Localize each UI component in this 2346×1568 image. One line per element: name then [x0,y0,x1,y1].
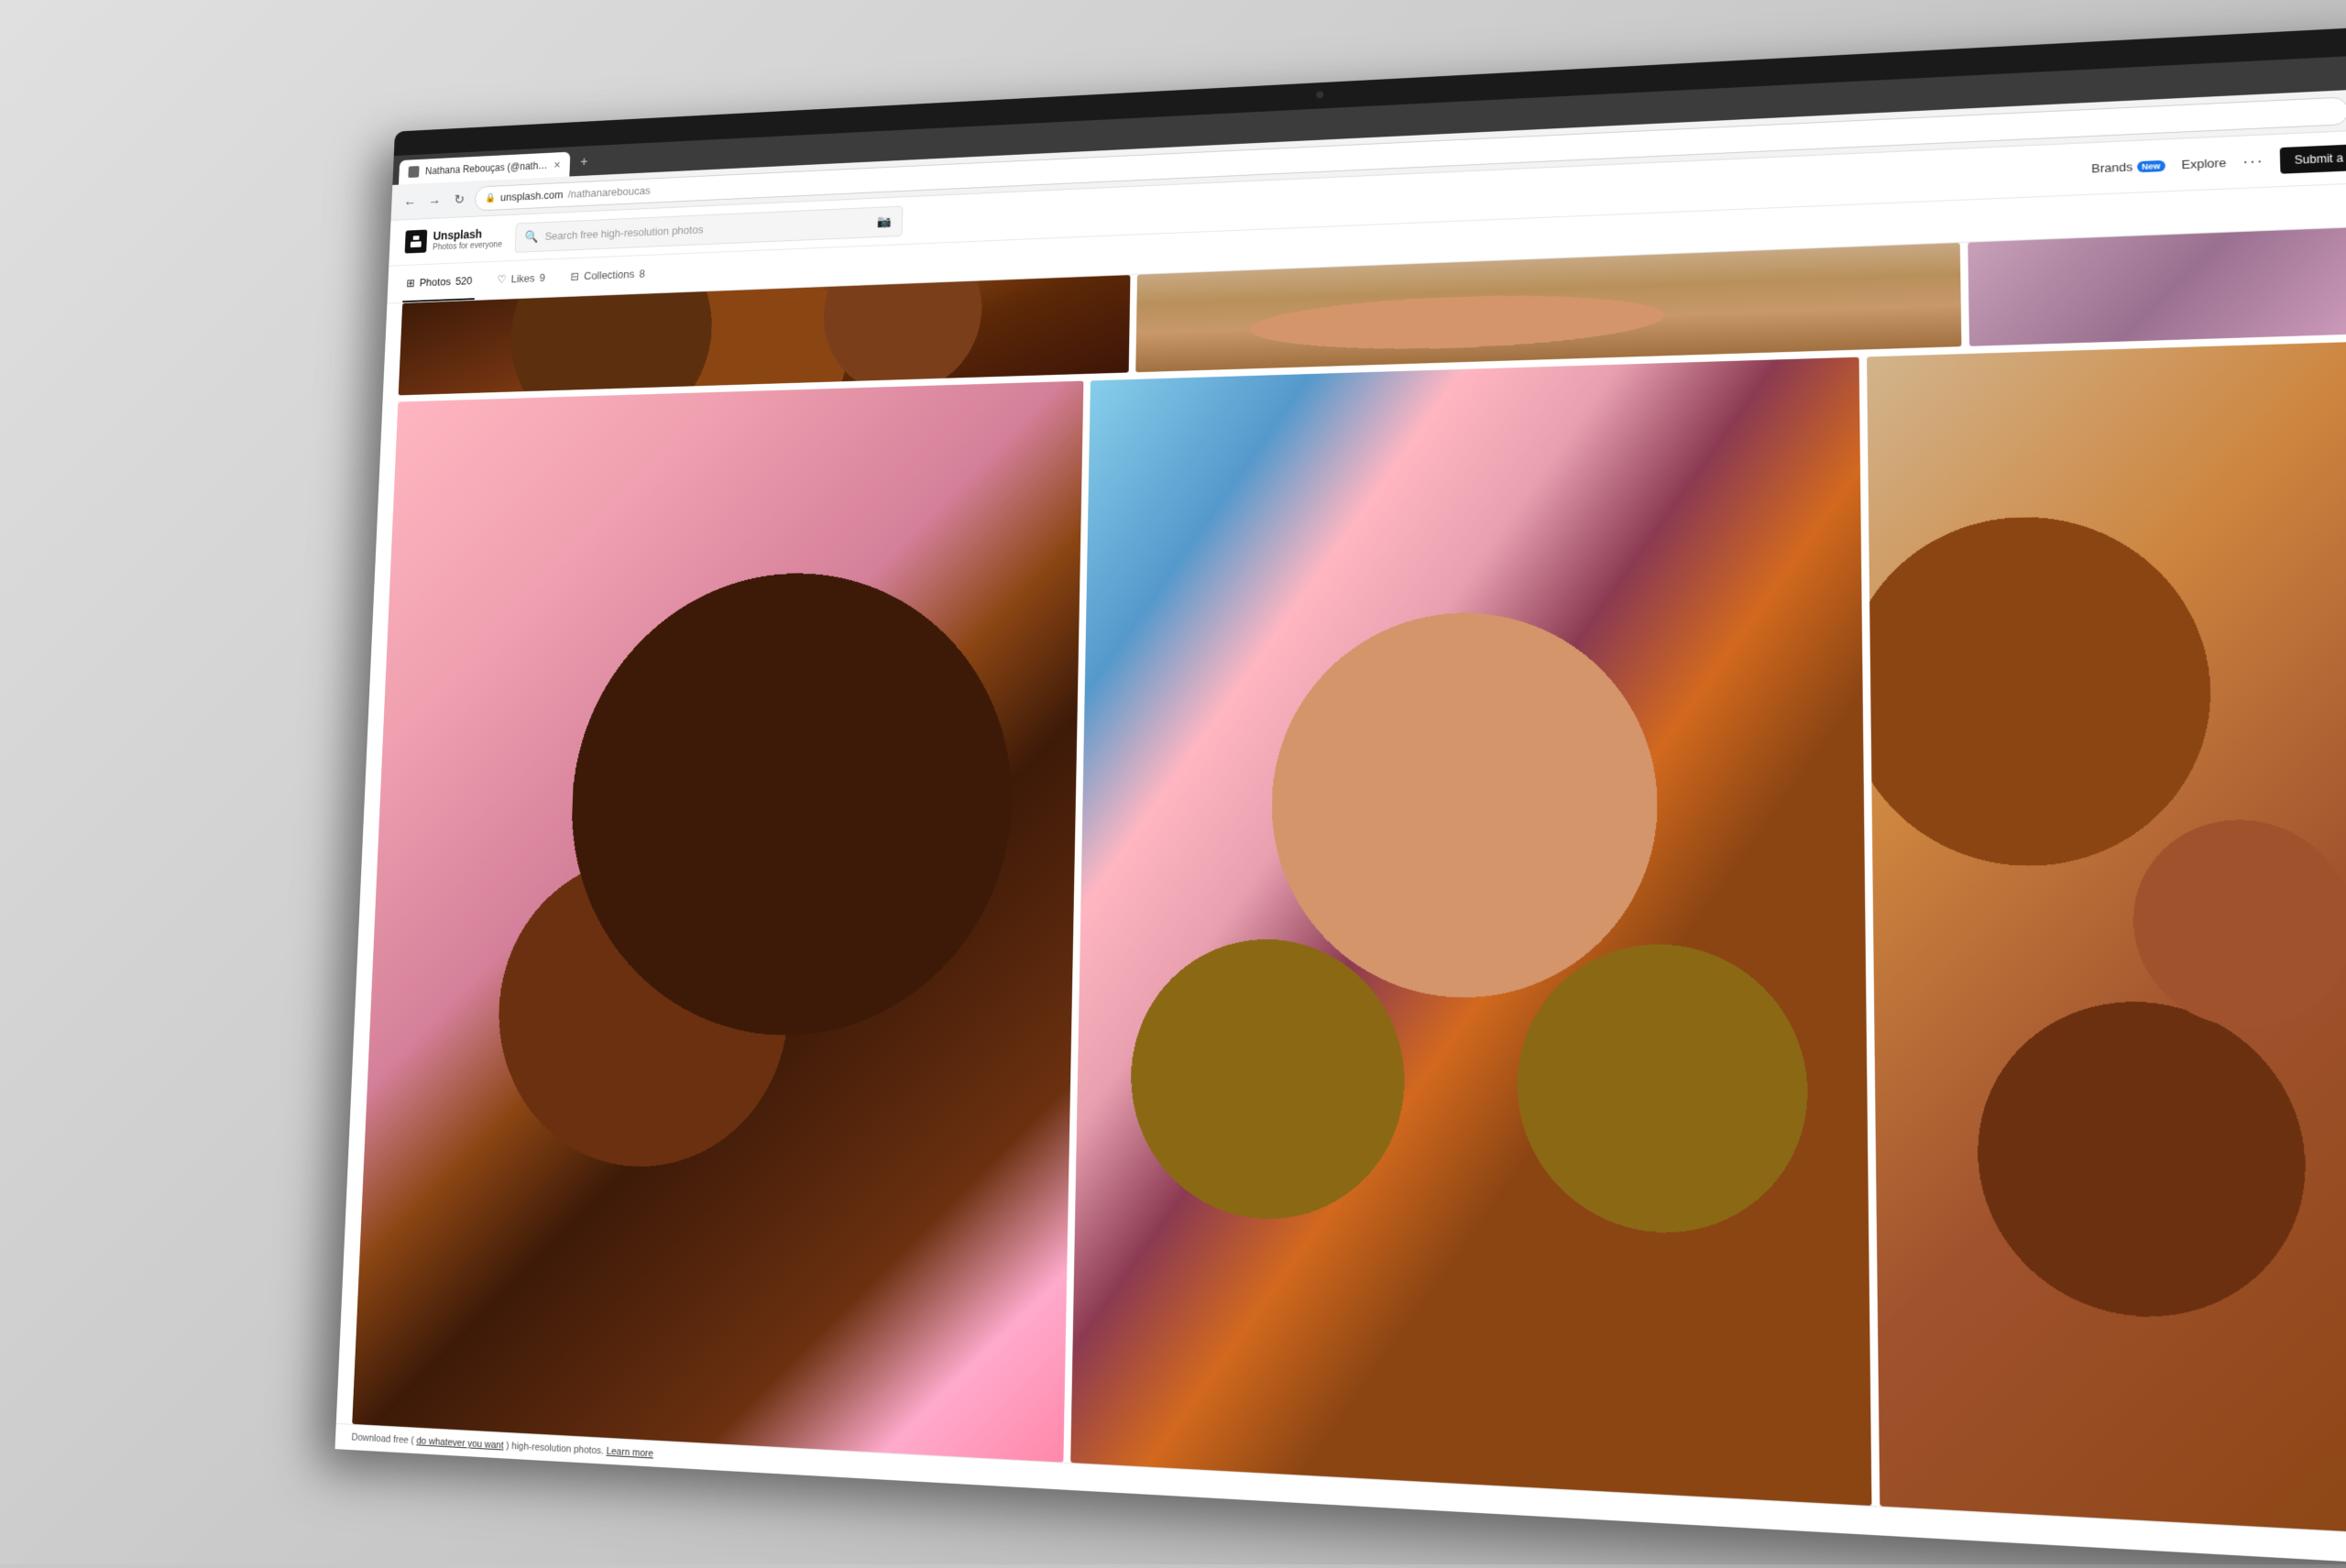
browser-window: Nathana Rebouças (@natha... × + ← → ↻ 🔒 … [335,54,2346,1568]
nav-explore[interactable]: Explore [2181,156,2226,171]
tab-close-button[interactable]: × [554,159,561,171]
brands-label: Brands [2091,160,2132,176]
submit-photo-button[interactable]: Submit a pho [2280,143,2346,174]
refresh-button[interactable]: ↻ [450,190,469,210]
unsplash-logo[interactable]: Unsplash Photos for everyone [405,226,503,254]
logo-tagline: Photos for everyone [433,240,502,253]
footer-link-license[interactable]: do whatever you want [416,1436,504,1452]
search-icon: 🔍 [525,230,540,245]
likes-count: 9 [540,271,546,284]
tab-likes[interactable]: ♡ Likes 9 [494,260,550,300]
camera-icon[interactable]: 📷 [877,214,892,229]
logo-text: Unsplash Photos for everyone [433,226,503,253]
new-tab-button[interactable]: + [573,151,596,175]
collections-tab-label: Collections [584,268,635,282]
search-placeholder: Search free high-resolution photos [545,216,871,243]
tab-collections[interactable]: ⊟ Collections 8 [566,256,649,296]
collections-tab-icon: ⊟ [570,269,579,283]
collections-count: 8 [640,268,646,280]
forward-button[interactable]: → [425,191,444,211]
url-path: /nathanareboucas [568,184,652,201]
photo-item[interactable] [1968,226,2346,346]
lock-icon: 🔒 [485,192,496,203]
photos-count: 520 [455,275,473,288]
photo-row-bottom [336,341,2346,1538]
likes-tab-label: Likes [511,272,536,286]
tab-photos[interactable]: ⊞ Photos 520 [402,263,476,302]
laptop-frame: Nathana Rebouças (@natha... × + ← → ↻ 🔒 … [0,0,2346,1564]
logo-icon [405,230,428,254]
laptop-screen: Nathana Rebouças (@natha... × + ← → ↻ 🔒 … [335,26,2346,1568]
brands-badge: New [2137,160,2166,173]
likes-tab-icon: ♡ [497,273,507,287]
footer-link-learn-more[interactable]: Learn more [607,1446,654,1460]
nav-more[interactable]: ··· [2242,151,2264,171]
footer-text-2: ) high-resolution photos. [506,1441,607,1457]
webcam [1317,92,1324,99]
photos-tab-icon: ⊞ [406,277,415,291]
search-bar[interactable]: 🔍 Search free high-resolution photos 📷 [514,205,903,252]
tab-title: Nathana Rebouças (@natha... [425,159,548,177]
back-button[interactable]: ← [400,192,420,212]
photo-item[interactable] [352,381,1083,1463]
footer-text-1: Download free ( [351,1432,414,1446]
tab-favicon [409,166,420,178]
url-domain: unsplash.com [500,189,564,204]
photo-item[interactable] [1867,341,2346,1536]
nav-brands[interactable]: Brands New [2091,159,2165,176]
nav-links: Brands New Explore ··· Submit a pho [2091,143,2346,181]
photo-grid: Download free ( do whatever you want ) h… [335,225,2346,1567]
photo-item[interactable] [1070,357,1871,1507]
photos-tab-label: Photos [420,276,452,290]
